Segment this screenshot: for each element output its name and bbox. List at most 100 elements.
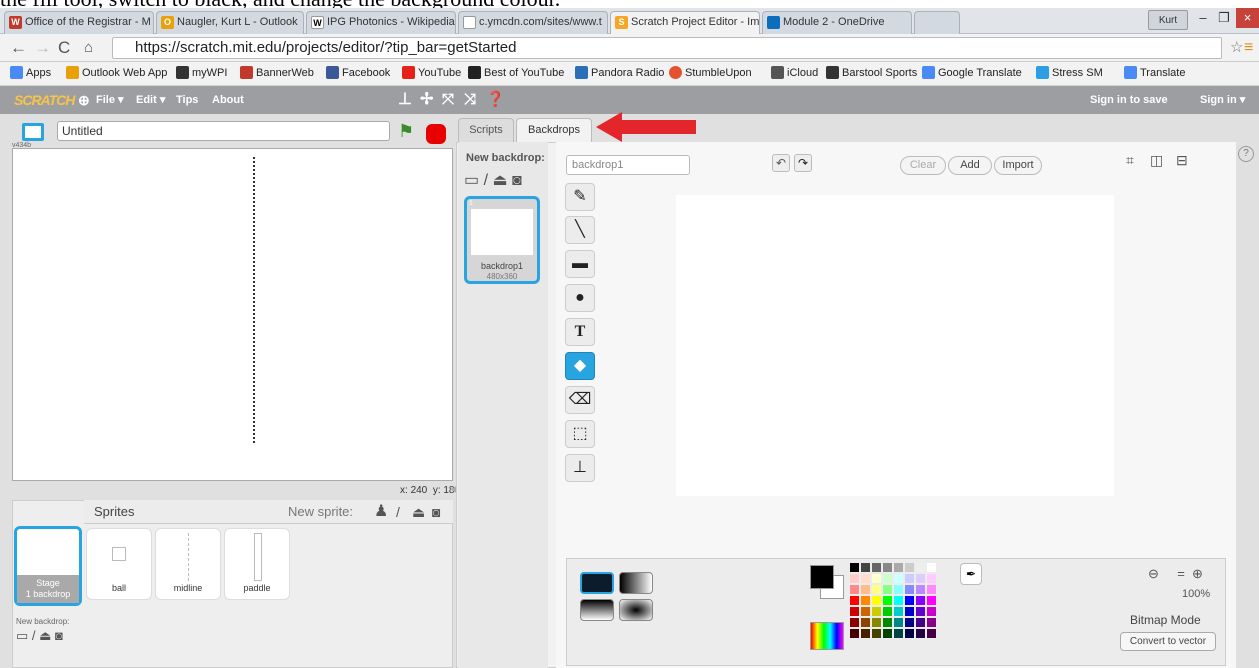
color-swatch[interactable] — [861, 596, 870, 605]
rectangle-tool-icon[interactable]: ▬ — [565, 250, 595, 278]
home-icon[interactable]: ⌂ — [84, 38, 93, 58]
menu-tips[interactable]: Tips — [176, 86, 198, 114]
color-swatch[interactable] — [927, 574, 936, 583]
bookmark[interactable]: Facebook — [326, 62, 390, 84]
drawing-canvas[interactable] — [676, 195, 1114, 496]
help-circle-icon[interactable]: ? — [1238, 146, 1254, 162]
zoom-out-icon[interactable]: ⊖ — [1148, 566, 1170, 582]
color-swatch[interactable] — [861, 574, 870, 583]
sprite-midline[interactable]: midline — [155, 528, 221, 600]
add-button[interactable]: Add — [948, 156, 992, 175]
stage-canvas[interactable] — [12, 148, 453, 481]
color-swatch[interactable] — [872, 563, 881, 572]
duplicate-stamp-icon[interactable]: ⊥ — [398, 86, 412, 114]
bookmark[interactable]: StumbleUpon — [669, 62, 752, 84]
brush-tool-icon[interactable]: ✎ — [565, 183, 595, 211]
redo-icon[interactable]: ↷ — [794, 154, 812, 172]
bookmark[interactable]: Stress SM — [1036, 62, 1103, 84]
color-swatch[interactable] — [883, 618, 892, 627]
color-swatch[interactable] — [916, 574, 925, 583]
delete-cut-icon[interactable]: ✢ — [420, 86, 433, 114]
color-swatch[interactable] — [872, 629, 881, 638]
color-swatch[interactable] — [894, 585, 903, 594]
color-swatch[interactable] — [905, 574, 914, 583]
backdrop-name-input[interactable] — [566, 155, 690, 175]
shrink-icon[interactable]: ⤨ — [464, 86, 476, 114]
color-swatch[interactable] — [883, 574, 892, 583]
vertical-gradient-option[interactable] — [580, 599, 614, 621]
midline-sprite[interactable] — [253, 157, 255, 443]
color-swatch[interactable] — [850, 629, 859, 638]
green-flag-icon[interactable]: ⚑ — [398, 122, 414, 140]
color-picker-spectrum[interactable] — [810, 622, 844, 650]
color-swatch[interactable] — [927, 585, 936, 594]
color-swatch[interactable] — [916, 596, 925, 605]
crop-icon[interactable]: ⌗ — [1126, 152, 1134, 169]
undo-icon[interactable]: ↶ — [772, 154, 790, 172]
bookmark[interactable]: Pandora Radio — [575, 62, 664, 84]
tab-backdrops[interactable]: Backdrops — [516, 118, 592, 142]
fill-tool-icon[interactable]: ◆ — [565, 352, 595, 380]
color-swatch[interactable] — [861, 585, 870, 594]
browser-tab[interactable]: c.ymcdn.com/sites/www.t — [458, 11, 608, 34]
color-swatch[interactable] — [872, 585, 881, 594]
color-swatch[interactable] — [861, 607, 870, 616]
bookmark[interactable]: myWPI — [176, 62, 227, 84]
ellipse-tool-icon[interactable]: ● — [565, 284, 595, 312]
color-swatch[interactable] — [916, 629, 925, 638]
browser-tab[interactable]: O Naugler, Kurt L - Outlook — [156, 11, 304, 34]
paint-sprite-icon[interactable]: / — [396, 500, 400, 524]
color-swatch[interactable] — [927, 618, 936, 627]
project-title-input[interactable]: Untitled — [57, 121, 390, 141]
color-swatch[interactable] — [850, 618, 859, 627]
color-swatch[interactable] — [883, 563, 892, 572]
bookmark[interactable]: Best of YouTube — [468, 62, 564, 84]
maximize-icon[interactable]: ❐ — [1214, 8, 1234, 28]
color-swatch[interactable] — [894, 574, 903, 583]
bookmark[interactable]: Outlook Web App — [66, 62, 167, 84]
bookmark[interactable]: Google Translate — [922, 62, 1022, 84]
eraser-tool-icon[interactable]: ⌫ — [565, 386, 595, 414]
color-swatch[interactable] — [905, 607, 914, 616]
backdrop-thumbnail[interactable]: 1 backdrop1 480x360 — [464, 196, 540, 284]
stage-thumbnail[interactable]: Stage 1 backdrop — [14, 526, 82, 606]
close-icon[interactable]: × — [1236, 8, 1259, 28]
bookmark[interactable]: BannerWeb — [240, 62, 314, 84]
select-tool-icon[interactable]: ⬚ — [565, 420, 595, 448]
convert-to-vector-button[interactable]: Convert to vector — [1120, 632, 1216, 651]
sign-in-link[interactable]: Sign in ▾ — [1200, 86, 1245, 114]
eyedropper-icon[interactable]: ✒ — [960, 563, 982, 585]
upload-sprite-icon[interactable]: ⏏ — [412, 500, 425, 524]
color-swatch[interactable] — [850, 585, 859, 594]
menu-edit[interactable]: Edit ▾ — [136, 86, 165, 114]
color-swatch[interactable] — [916, 607, 925, 616]
browser-tab[interactable]: W IPG Photonics - Wikipedia — [306, 11, 456, 34]
color-palette[interactable] — [850, 563, 954, 647]
stop-sign-icon[interactable] — [426, 124, 446, 144]
bookmark[interactable]: Translate — [1124, 62, 1185, 84]
color-swatch[interactable] — [894, 563, 903, 572]
reload-icon[interactable]: C — [58, 38, 70, 58]
browser-tab-active[interactable]: S Scratch Project Editor - Im — [610, 11, 760, 35]
color-swatch[interactable] — [894, 607, 903, 616]
color-swatch[interactable] — [905, 563, 914, 572]
line-tool-icon[interactable]: ╲ — [565, 216, 595, 244]
flip-horizontal-icon[interactable]: ◫ — [1150, 152, 1163, 169]
color-swatch[interactable] — [861, 618, 870, 627]
color-swatch[interactable] — [861, 563, 870, 572]
scratch-logo[interactable]: SCRATCH — [14, 86, 75, 114]
color-swatch[interactable] — [861, 629, 870, 638]
presentation-mode-icon[interactable] — [22, 123, 44, 141]
color-swatch[interactable] — [883, 585, 892, 594]
flip-vertical-icon[interactable]: ⊟ — [1176, 152, 1188, 169]
browser-tab[interactable]: Module 2 - OneDrive — [762, 11, 912, 34]
color-swatch[interactable] — [883, 607, 892, 616]
color-swatch[interactable] — [927, 629, 936, 638]
sprite-ball[interactable]: ball — [86, 528, 152, 600]
bookmark-star-icon[interactable]: ☆ — [1230, 38, 1243, 58]
menu-about[interactable]: About — [212, 86, 244, 114]
back-icon[interactable]: ← — [10, 38, 27, 58]
text-tool-icon[interactable]: T — [565, 318, 595, 346]
menu-file[interactable]: File ▾ — [96, 86, 124, 114]
horizontal-gradient-option[interactable] — [619, 572, 653, 594]
